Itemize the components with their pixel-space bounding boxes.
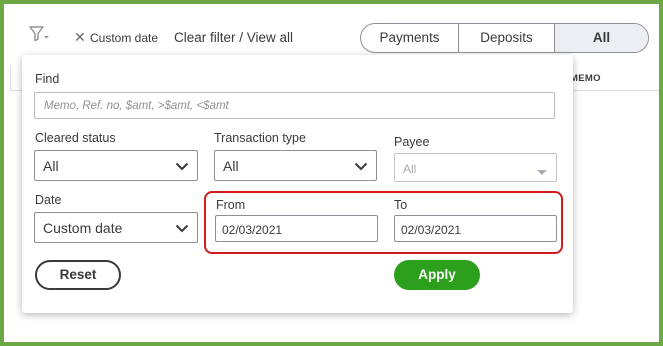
filter-dropdown-panel: Find Cleared status All Transaction type… <box>22 55 573 313</box>
date-label: Date <box>35 193 62 207</box>
chevron-down-icon <box>175 221 189 240</box>
segment-payments[interactable]: Payments <box>361 24 459 52</box>
memo-column-header[interactable]: MEMO <box>570 73 601 84</box>
close-icon[interactable]: ✕ <box>74 30 86 44</box>
from-date-input[interactable]: 02/03/2021 <box>215 215 378 242</box>
payee-select[interactable]: All <box>394 153 557 182</box>
payee-label: Payee <box>394 135 430 149</box>
transaction-type-label: Transaction type <box>214 131 306 145</box>
apply-button[interactable]: Apply <box>394 260 480 290</box>
chevron-down-icon <box>175 159 189 178</box>
cleared-status-label: Cleared status <box>35 131 116 145</box>
active-filter-label: Custom date <box>90 31 159 45</box>
segment-all[interactable]: All <box>555 24 648 52</box>
reset-button[interactable]: Reset <box>35 260 121 290</box>
chevron-down-icon <box>354 159 368 178</box>
caret-down-icon <box>536 164 548 182</box>
date-value: Custom date <box>43 220 123 236</box>
clear-filter-link[interactable]: Clear filter / View all <box>174 30 293 45</box>
segment-deposits[interactable]: Deposits <box>459 24 555 52</box>
table-header-divider <box>10 66 11 90</box>
cleared-status-value: All <box>43 158 59 174</box>
app-frame: ✕ Custom date Clear filter / View all Pa… <box>4 4 659 342</box>
transaction-type-segmented-control: Payments Deposits All <box>360 23 649 53</box>
to-label: To <box>394 198 408 212</box>
payee-value: All <box>403 162 417 176</box>
to-date-input[interactable]: 02/03/2021 <box>394 215 557 242</box>
find-input[interactable] <box>34 92 555 119</box>
transaction-type-select[interactable]: All <box>214 150 377 181</box>
transaction-type-value: All <box>223 158 239 174</box>
from-label: From <box>216 198 246 212</box>
cleared-status-select[interactable]: All <box>34 150 198 181</box>
find-label: Find <box>35 72 60 86</box>
date-select[interactable]: Custom date <box>34 212 198 243</box>
filter-funnel-icon[interactable] <box>29 26 49 47</box>
